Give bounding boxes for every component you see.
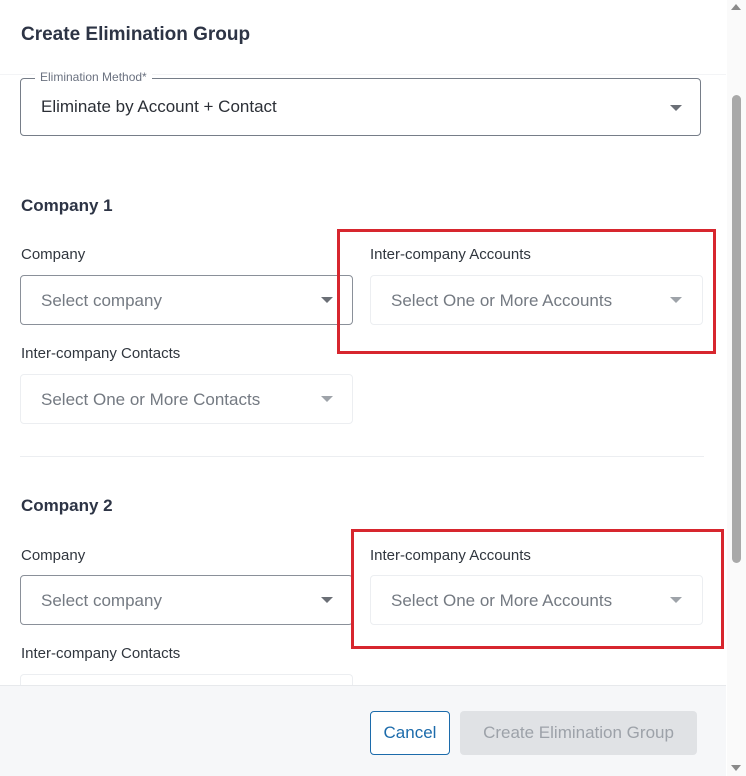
section-divider: [20, 456, 704, 457]
company2-section-title: Company 2: [21, 496, 113, 515]
company2-contacts-label: Inter-company Contacts: [21, 645, 181, 662]
elimination-method-value: Eliminate by Account + Contact: [41, 97, 277, 116]
chevron-down-icon: [321, 396, 333, 402]
company2-company-label: Company: [21, 547, 86, 564]
chevron-down-icon: [321, 297, 333, 303]
company2-company-select[interactable]: Select company: [20, 575, 353, 625]
elimination-method-label: Elimination Method*: [35, 70, 152, 84]
chevron-down-icon: [670, 105, 682, 111]
highlight-box-company2-accounts: [351, 529, 724, 649]
company2-company-placeholder: Select company: [41, 591, 162, 610]
company1-company-select[interactable]: Select company: [20, 275, 353, 325]
create-elimination-group-button[interactable]: Create Elimination Group: [460, 711, 697, 755]
highlight-box-company1-accounts: [337, 229, 716, 354]
scroll-up-arrow-icon[interactable]: [731, 4, 741, 10]
company1-contacts-label: Inter-company Contacts: [21, 345, 181, 362]
company1-company-label: Company: [21, 246, 86, 263]
modal-footer: Cancel Create Elimination Group: [0, 685, 726, 776]
modal-title: Create Elimination Group: [21, 24, 251, 45]
scrollbar-thumb[interactable]: [732, 95, 741, 563]
chevron-down-icon: [321, 597, 333, 603]
scrollbar[interactable]: [727, 0, 746, 776]
company1-section-title: Company 1: [21, 196, 113, 215]
scroll-down-arrow-icon[interactable]: [731, 765, 741, 771]
company1-contacts-placeholder: Select One or More Contacts: [41, 390, 261, 409]
company1-contacts-select[interactable]: Select One or More Contacts: [20, 374, 353, 424]
elimination-method-select[interactable]: Elimination Method* Eliminate by Account…: [20, 70, 701, 136]
company1-company-placeholder: Select company: [41, 291, 162, 310]
cancel-button[interactable]: Cancel: [370, 711, 450, 755]
